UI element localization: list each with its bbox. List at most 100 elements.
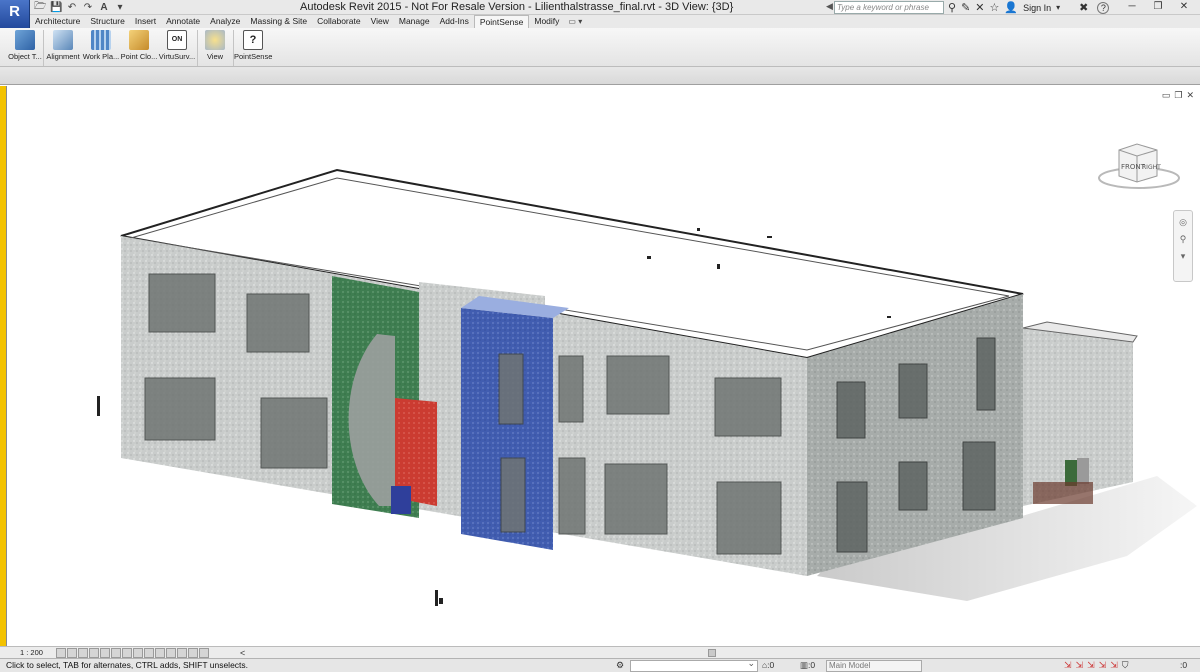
- design-options-count-value: :0: [808, 660, 816, 670]
- window-controls: ─ ❐ ✕: [1119, 0, 1197, 14]
- select-by-face-icon[interactable]: ⇲: [1099, 660, 1107, 671]
- help-button[interactable]: ?: [1097, 1, 1110, 14]
- tab-architecture[interactable]: Architecture: [30, 15, 85, 28]
- exchange-icon[interactable]: ✕: [975, 1, 984, 14]
- editable-count: ⌂:0: [762, 660, 775, 670]
- navbar-dropdown-icon[interactable]: ▾: [1174, 251, 1192, 262]
- crop-view-icon[interactable]: [111, 648, 121, 658]
- tab-analyze[interactable]: Analyze: [205, 15, 245, 28]
- reveal-hidden-icon[interactable]: [155, 648, 165, 658]
- maximize-icon[interactable]: ❐: [1145, 0, 1171, 14]
- tab-structure[interactable]: Structure: [85, 15, 130, 28]
- tab-view[interactable]: View: [366, 15, 394, 28]
- sign-in-link[interactable]: Sign In: [1023, 3, 1051, 13]
- view-minimize-icon[interactable]: ▭: [1162, 90, 1171, 101]
- filter-icon[interactable]: ⛉: [1122, 660, 1129, 671]
- selection-count: :0: [1180, 660, 1188, 670]
- view-restore-icon[interactable]: ❐: [1174, 90, 1182, 101]
- tab-add-ins[interactable]: Add-Ins: [435, 15, 474, 28]
- tab-annotate[interactable]: Annotate: [161, 15, 205, 28]
- work-plane-button[interactable]: Work Pla...: [82, 28, 120, 67]
- sign-in-dropdown-icon[interactable]: ▾: [1056, 3, 1060, 12]
- drag-on-selection-icon[interactable]: ⇲: [1110, 660, 1118, 671]
- virtusurv-label: VirtuSurv...: [158, 52, 196, 61]
- shadows-icon[interactable]: [89, 648, 99, 658]
- view-icon: [205, 30, 225, 50]
- tab-modify[interactable]: Modify: [529, 15, 564, 28]
- view-label: View: [206, 52, 224, 61]
- view-button[interactable]: View: [198, 28, 232, 67]
- view-close-icon[interactable]: ✕: [1186, 90, 1194, 101]
- zoom-icon[interactable]: ⚲: [1174, 234, 1192, 245]
- object-tool-label: Object T...: [8, 52, 42, 61]
- design-options-count: ▥:0: [800, 660, 816, 670]
- workset-dropdown[interactable]: [630, 658, 758, 672]
- viewcube-right-label: RIGHT: [1142, 164, 1161, 171]
- alignment-icon: [53, 30, 73, 50]
- 3d-viewport[interactable]: ▭ ❐ ✕ FRONT RIGHT ◎ ⚲ ▾: [6, 86, 1200, 646]
- select-links-icon[interactable]: ⇲: [1064, 660, 1072, 671]
- detail-level-icon[interactable]: [56, 648, 66, 658]
- ribbon-tabs: Architecture Structure Insert Annotate A…: [30, 15, 1200, 28]
- qat-customize-icon[interactable]: ▾: [114, 2, 126, 13]
- alignment-label: Alignment: [46, 52, 80, 61]
- point-cloud-button[interactable]: Point Clo...: [120, 28, 158, 67]
- search-input[interactable]: Type a keyword or phrase: [834, 1, 944, 14]
- user-icon[interactable]: 👤: [1004, 1, 1018, 14]
- render-icon[interactable]: [100, 648, 110, 658]
- work-plane-label: Work Pla...: [82, 52, 120, 61]
- point-cloud-icon: [129, 30, 149, 50]
- selection-filter-icons: ⇲ ⇲ ⇲ ⇲ ⇲ ⛉: [1064, 660, 1129, 671]
- tab-manage[interactable]: Manage: [394, 15, 435, 28]
- highlight-displacement-icon[interactable]: [188, 648, 198, 658]
- view-control-bar: 1 : 200 <: [0, 646, 1200, 658]
- undo-icon[interactable]: ↶: [66, 2, 78, 13]
- alignment-button[interactable]: Alignment: [44, 28, 82, 67]
- horizontal-scrollbar-thumb[interactable]: [708, 649, 716, 657]
- status-hint: Click to select, TAB for alternates, CTR…: [6, 660, 249, 670]
- temporary-view-properties-icon[interactable]: [166, 648, 176, 658]
- ribbon-toggle-icon[interactable]: ▭ ▾: [568, 17, 582, 26]
- title-bar: 🗁 💾 ↶ ↷ A ▾ Autodesk Revit 2015 - Not Fo…: [0, 0, 1200, 15]
- editable-count-value: :0: [767, 660, 775, 670]
- window-title: Autodesk Revit 2015 - Not For Resale Ver…: [300, 1, 734, 13]
- steering-wheel-icon[interactable]: ◎: [1174, 217, 1192, 228]
- exchange-apps-icon[interactable]: ✖: [1079, 1, 1088, 14]
- worksets-icon[interactable]: ⚙: [616, 660, 624, 671]
- viewcube[interactable]: FRONT RIGHT: [1097, 136, 1187, 199]
- tab-insert[interactable]: Insert: [130, 15, 161, 28]
- open-icon[interactable]: 🗁: [34, 0, 46, 16]
- pointsense-label: PointSense: [234, 52, 273, 61]
- view-window-controls: ▭ ❐ ✕: [1162, 90, 1194, 101]
- subscription-icon[interactable]: ✎: [961, 1, 970, 14]
- search-expand-icon[interactable]: ◀: [826, 1, 833, 12]
- favorites-icon[interactable]: ☆: [990, 1, 1000, 14]
- design-option-dropdown[interactable]: Main Model: [826, 660, 922, 672]
- sun-path-icon[interactable]: [78, 648, 88, 658]
- tab-collaborate[interactable]: Collaborate: [312, 15, 365, 28]
- text-icon[interactable]: A: [98, 2, 110, 13]
- application-menu-button[interactable]: R: [0, 0, 30, 29]
- save-icon[interactable]: 💾: [50, 2, 62, 13]
- object-tool-button[interactable]: Object T...: [6, 28, 44, 67]
- temporary-hide-icon[interactable]: [144, 648, 154, 658]
- point-cloud-model: [97, 168, 1197, 606]
- select-pinned-icon[interactable]: ⇲: [1087, 660, 1095, 671]
- select-underlay-icon[interactable]: ⇲: [1076, 660, 1084, 671]
- pointsense-help-button[interactable]: ? PointSense: [234, 28, 272, 67]
- lock-view-icon[interactable]: [133, 648, 143, 658]
- visual-style-icon[interactable]: [67, 648, 77, 658]
- minimize-icon[interactable]: ─: [1119, 0, 1145, 14]
- virtusurv-button[interactable]: ON VirtuSurv...: [158, 28, 196, 67]
- tab-massing-site[interactable]: Massing & Site: [245, 15, 312, 28]
- constraints-icon[interactable]: [199, 648, 209, 658]
- status-bar: Click to select, TAB for alternates, CTR…: [0, 658, 1200, 672]
- binoculars-icon[interactable]: ⚲: [948, 1, 956, 14]
- ribbon-panel: Object T... Alignment Work Pla... Point …: [0, 28, 1200, 67]
- tab-pointsense[interactable]: PointSense: [473, 15, 530, 28]
- close-icon[interactable]: ✕: [1171, 0, 1197, 14]
- analytical-model-icon[interactable]: [177, 648, 187, 658]
- show-crop-icon[interactable]: [122, 648, 132, 658]
- quick-access-toolbar: 🗁 💾 ↶ ↷ A ▾: [34, 1, 126, 14]
- redo-icon[interactable]: ↷: [82, 2, 94, 13]
